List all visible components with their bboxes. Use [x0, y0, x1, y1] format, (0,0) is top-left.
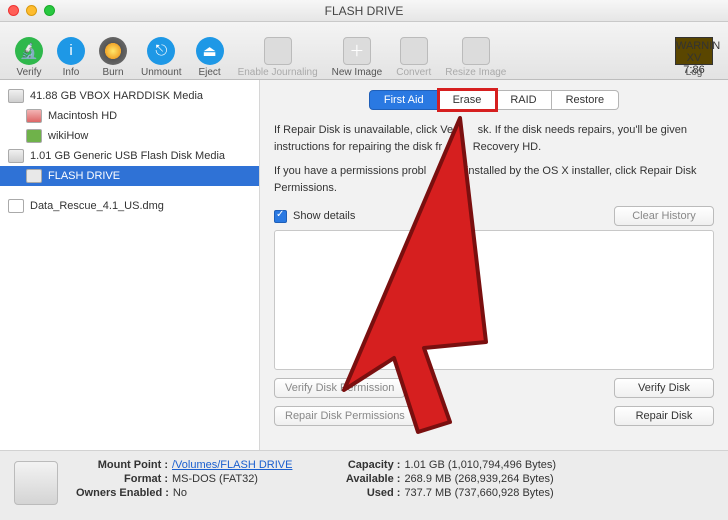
journal-icon [264, 37, 292, 65]
info-text-2: If you have a permissions probl installe… [274, 163, 714, 196]
burn-icon [99, 37, 127, 65]
volume-icon [26, 129, 42, 143]
repair-disk-button[interactable]: Repair Disk [614, 406, 714, 426]
drive-preview-icon [14, 461, 58, 505]
journal-button: Enable Journaling [233, 26, 323, 78]
tab-erase[interactable]: Erase [439, 90, 497, 110]
details-output [274, 230, 714, 370]
disk-item-macintosh[interactable]: Macintosh HD [0, 106, 259, 126]
format-value: MS-DOS (FAT32) [172, 473, 258, 485]
disk-item-wikihow[interactable]: wikiHow [0, 126, 259, 146]
verify-disk-button[interactable]: Verify Disk [614, 378, 714, 398]
tab-restore[interactable]: Restore [552, 90, 620, 110]
resize-icon [462, 37, 490, 65]
dmg-icon [8, 199, 24, 213]
burn-button[interactable]: Burn [94, 26, 132, 78]
repair-perm-button: Repair Disk Permissions [274, 406, 416, 426]
verify-button[interactable]: 🔬Verify [10, 26, 48, 78]
toolbar: 🔬Verify iInfo Burn ⎋Unmount ⏏Eject Enabl… [0, 22, 728, 80]
capacity-value: 1.01 GB (1,010,794,496 Bytes) [404, 459, 556, 471]
info-text-1: If Repair Disk is unavailable, click Ve … [274, 122, 714, 155]
titlebar: FLASH DRIVE [0, 0, 728, 22]
new-image-button[interactable]: ＋New Image [327, 26, 388, 78]
show-details-label: Show details [293, 210, 355, 222]
warning-icon: WARNINXV 7:86 [675, 37, 713, 65]
eject-icon: ⏏ [196, 37, 224, 65]
show-details-checkbox[interactable] [274, 210, 287, 223]
mount-point-link[interactable]: /Volumes/FLASH DRIVE [172, 459, 292, 471]
eject-button[interactable]: ⏏Eject [191, 26, 229, 78]
sidebar: 41.88 GB VBOX HARDDISK Media Macintosh H… [0, 80, 260, 450]
tab-first-aid[interactable]: First Aid [369, 90, 439, 110]
usb-icon [26, 169, 42, 183]
unmount-icon: ⎋ [147, 37, 175, 65]
verify-perm-button: Verify Disk Permission [274, 378, 405, 398]
new-image-icon: ＋ [343, 37, 371, 65]
window-title: FLASH DRIVE [0, 4, 728, 18]
tabs: First Aid Erase RAID Restore [274, 90, 714, 110]
disk-item-vbox[interactable]: 41.88 GB VBOX HARDDISK Media [0, 86, 259, 106]
main-panel: First Aid Erase RAID Restore If Repair D… [260, 80, 728, 450]
info-button[interactable]: iInfo [52, 26, 90, 78]
clear-history-button: Clear History [614, 206, 714, 226]
disk-item-dmg[interactable]: Data_Rescue_4.1_US.dmg [0, 196, 259, 216]
available-value: 268.9 MB (268,939,264 Bytes) [404, 473, 553, 485]
used-value: 737.7 MB (737,660,928 Bytes) [404, 487, 553, 499]
footer: Mount Point :/Volumes/FLASH DRIVE Format… [0, 450, 728, 520]
disk-item-flashdrive[interactable]: FLASH DRIVE [0, 166, 259, 186]
info-icon: i [57, 37, 85, 65]
microscope-icon: 🔬 [15, 37, 43, 65]
resize-button: Resize Image [440, 26, 511, 78]
tab-raid[interactable]: RAID [496, 90, 551, 110]
convert-button: Convert [391, 26, 436, 78]
unmount-button[interactable]: ⎋Unmount [136, 26, 187, 78]
convert-icon [400, 37, 428, 65]
owners-value: No [173, 487, 187, 499]
disk-item-usb[interactable]: 1.01 GB Generic USB Flash Disk Media [0, 146, 259, 166]
harddisk-icon [8, 89, 24, 103]
volume-icon [26, 109, 42, 123]
harddisk-icon [8, 149, 24, 163]
log-button[interactable]: WARNINXV 7:86Log [670, 26, 718, 78]
